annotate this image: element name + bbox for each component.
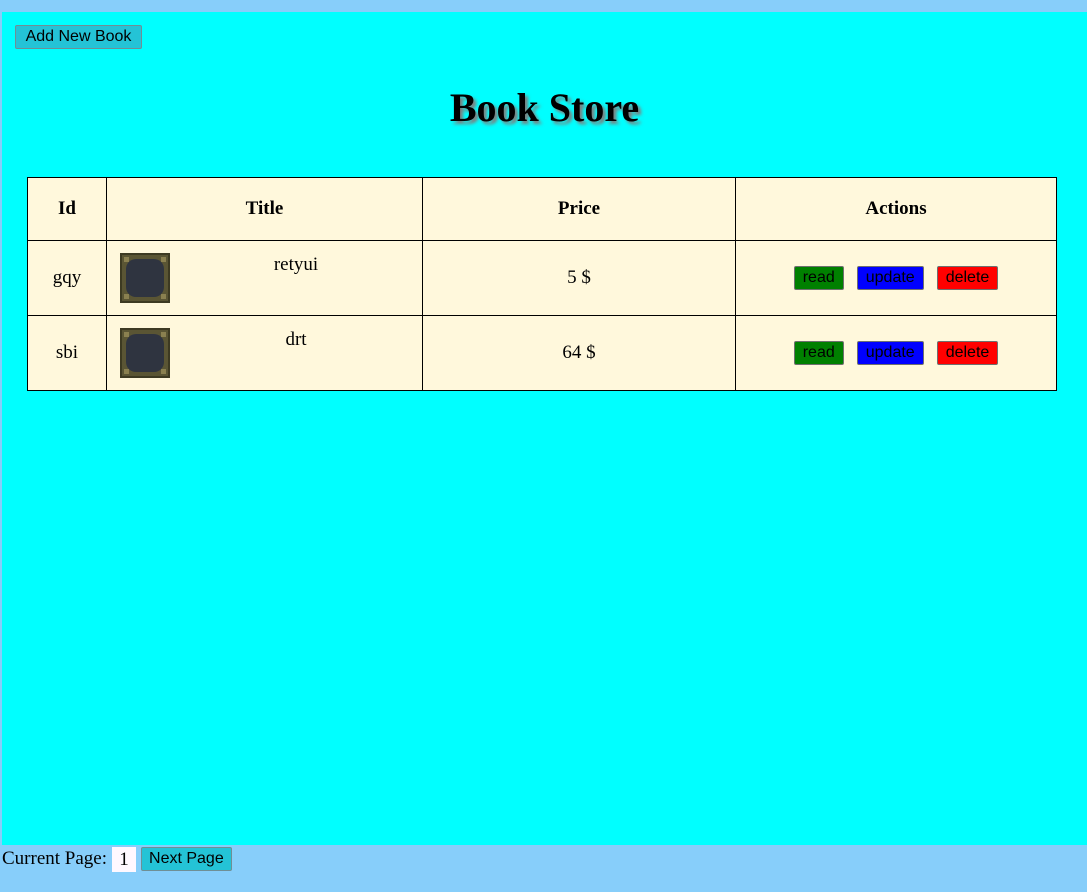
header-id: Id xyxy=(27,177,107,241)
update-button[interactable]: update xyxy=(856,341,924,365)
book-actions: read update delete xyxy=(735,240,1057,316)
book-cover-icon xyxy=(120,253,170,303)
page-title: Book Store xyxy=(449,85,640,130)
table-row: sbi drt 64 $ read update delete xyxy=(27,315,1057,391)
book-price: 5 $ xyxy=(422,240,736,316)
book-cover-icon xyxy=(120,328,170,378)
book-id: sbi xyxy=(27,315,107,391)
current-page-number: 1 xyxy=(112,846,137,872)
book-title-cell: retyui xyxy=(106,240,423,316)
delete-button[interactable]: delete xyxy=(936,341,999,365)
book-actions: read update delete xyxy=(735,315,1057,391)
table-row: gqy retyui 5 $ read update delete xyxy=(27,240,1057,316)
read-button[interactable]: read xyxy=(793,266,844,290)
pagination: Current Page: 1 Next Page xyxy=(2,846,232,872)
header-actions: Actions xyxy=(735,177,1057,241)
header-title: Title xyxy=(106,177,423,241)
current-page-label: Current Page: xyxy=(2,848,108,869)
update-button[interactable]: update xyxy=(856,266,924,290)
book-title: retyui xyxy=(273,254,319,275)
books-table: Id Title Price Actions gqy retyui 5 $ re… xyxy=(27,177,1057,391)
main-page: Add New Book Book Store Id Title Price A… xyxy=(2,12,1087,845)
book-title: drt xyxy=(285,329,307,350)
header-price: Price xyxy=(422,177,736,241)
book-price: 64 $ xyxy=(422,315,736,391)
read-button[interactable]: read xyxy=(793,341,844,365)
book-id: gqy xyxy=(27,240,107,316)
add-new-book-button[interactable]: Add New Book xyxy=(15,25,142,49)
book-title-cell: drt xyxy=(106,315,423,391)
next-page-button[interactable]: Next Page xyxy=(141,847,232,871)
delete-button[interactable]: delete xyxy=(936,266,999,290)
table-header-row: Id Title Price Actions xyxy=(27,177,1057,241)
